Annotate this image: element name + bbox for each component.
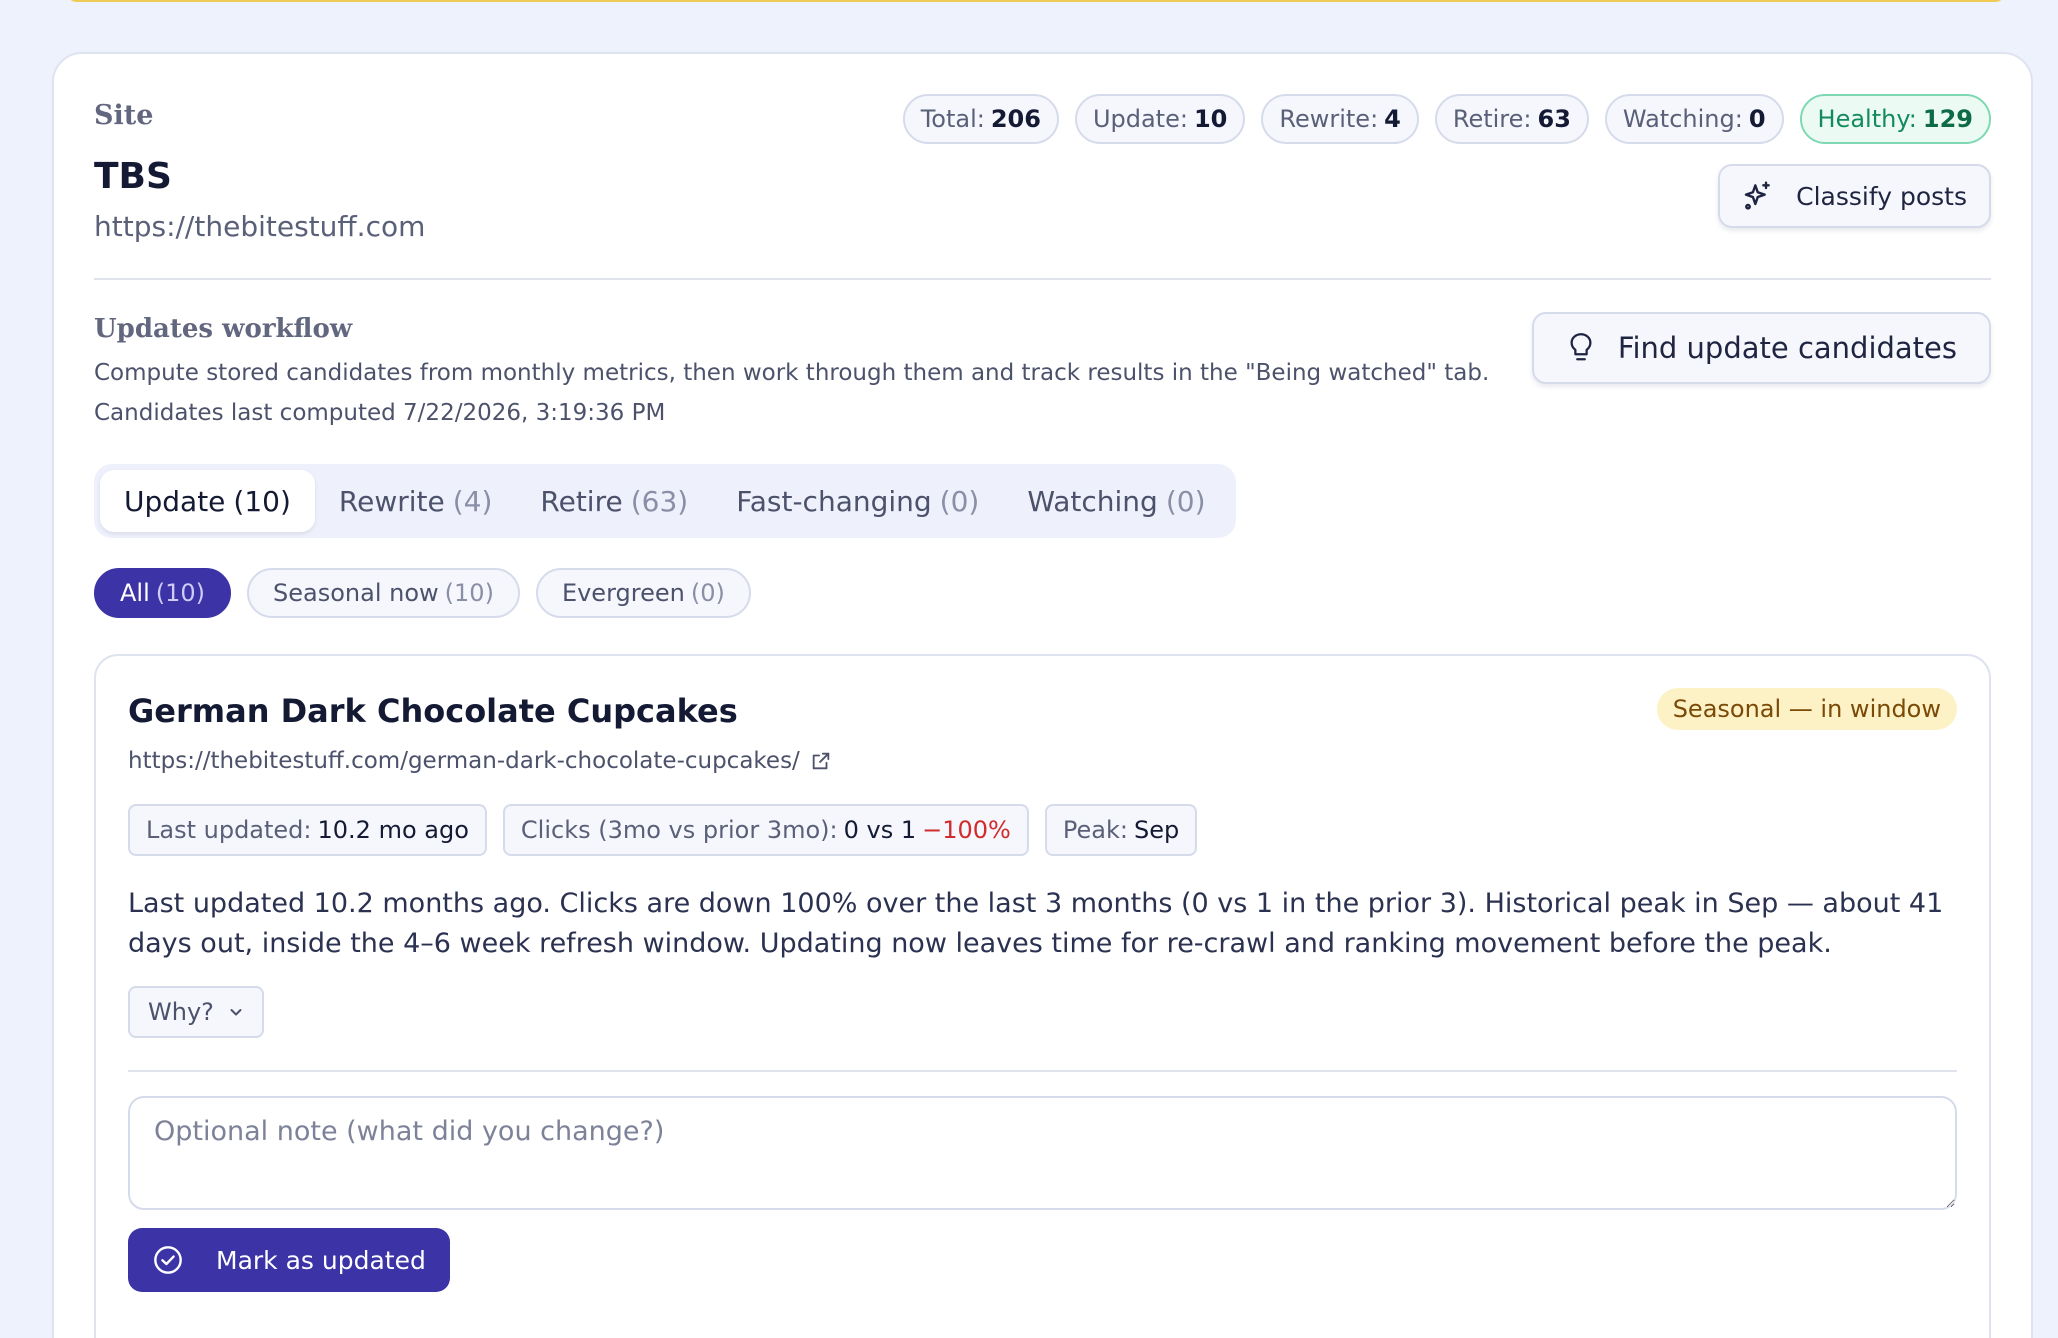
category-tabs: Update (10) Rewrite (4) Retire (63) Fast-ch… — [94, 464, 1236, 538]
filter-seasonal-now[interactable]: Seasonal now (10) — [247, 568, 520, 618]
find-update-candidates-label: Find update candidates — [1617, 331, 1957, 365]
stat-label: Retire: — [1452, 105, 1532, 133]
chevron-down-icon — [230, 1009, 242, 1016]
sparkles-icon — [1744, 181, 1771, 210]
seasonal-badge: Seasonal — in window — [1656, 688, 1957, 730]
metric-value: 0 vs 1 — [843, 816, 917, 844]
filter-pills: All (10) Seasonal now (10) Evergreen (0) — [94, 568, 751, 618]
stat-update: Update: 10 — [1074, 94, 1246, 144]
post-title: German Dark Chocolate Cupcakes — [128, 692, 738, 730]
filter-all[interactable]: All (10) — [94, 568, 232, 618]
check-circle-icon — [154, 1246, 182, 1274]
workflow-computed-time: Candidates last computed 7/22/2026, 3:19… — [94, 400, 666, 426]
tab-count: (63) — [630, 484, 689, 518]
metric-change: −100% — [922, 816, 1011, 844]
stat-rewrite: Rewrite: 4 — [1261, 94, 1419, 144]
post-metrics: Last updated: 10.2 mo ago Clicks (3mo vs … — [128, 804, 1198, 856]
why-toggle-button[interactable]: Why? — [128, 986, 264, 1038]
post-url-link[interactable]: https://thebitestuff.com/german-dark-cho… — [128, 748, 832, 774]
stat-label: Rewrite: — [1279, 105, 1379, 133]
tab-update[interactable]: Update (10) — [100, 470, 315, 532]
metric-clicks: Clicks (3mo vs prior 3mo): 0 vs 1 −100% — [502, 804, 1029, 856]
classify-posts-label: Classify posts — [1796, 181, 1967, 211]
stat-retire: Retire: 63 — [1434, 94, 1589, 144]
top-banner — [66, 0, 2006, 2]
mark-as-updated-label: Mark as updated — [216, 1245, 426, 1275]
stat-value: 129 — [1922, 105, 1973, 133]
tab-watching[interactable]: Watching (0) — [1003, 470, 1229, 532]
tab-label: Update — [124, 484, 226, 518]
why-label: Why? — [148, 998, 214, 1026]
stat-label: Total: — [920, 105, 985, 133]
stats-row: Total: 206 Update: 10 Rewrite: 4 Retire: 63 … — [902, 94, 1991, 144]
site-url: https://thebitestuff.com — [94, 210, 426, 243]
filter-count: (10) — [155, 579, 206, 607]
metric-peak: Peak: Sep — [1044, 804, 1198, 856]
tab-count: (4) — [452, 484, 493, 518]
stat-value: 4 — [1384, 105, 1401, 133]
tab-rewrite[interactable]: Rewrite (4) — [315, 470, 517, 532]
metric-value: Sep — [1133, 816, 1180, 844]
lightbulb-icon — [1570, 333, 1592, 361]
stat-label: Healthy: — [1817, 105, 1917, 133]
stat-value: 63 — [1537, 105, 1571, 133]
metric-last-updated: Last updated: 10.2 mo ago — [128, 804, 487, 856]
stat-value: 206 — [990, 105, 1041, 133]
tab-retire[interactable]: Retire (63) — [516, 470, 712, 532]
tab-label: Rewrite — [338, 484, 445, 518]
site-label: Site — [94, 100, 154, 131]
tab-count: (10) — [233, 484, 291, 518]
filter-count: (0) — [690, 579, 725, 607]
filter-label: Seasonal now — [273, 579, 439, 607]
filter-evergreen[interactable]: Evergreen (0) — [535, 568, 751, 618]
filter-label: Evergreen — [561, 579, 685, 607]
tab-count: (0) — [939, 484, 980, 518]
filter-count: (10) — [444, 579, 494, 607]
workflow-title: Updates workflow — [94, 314, 353, 344]
stat-total: Total: 206 — [902, 94, 1059, 144]
stat-watching: Watching: 0 — [1604, 94, 1784, 144]
filter-label: All — [120, 579, 150, 607]
tab-label: Retire — [540, 484, 623, 518]
post-url-text: https://thebitestuff.com/german-dark-cho… — [128, 748, 800, 774]
workflow-description: Compute stored candidates from monthly m… — [94, 360, 1490, 386]
metric-label: Peak: — [1062, 816, 1128, 844]
site-name: TBS — [94, 156, 172, 197]
metric-label: Last updated: — [146, 816, 312, 844]
find-update-candidates-button[interactable]: Find update candidates — [1531, 312, 1991, 384]
stat-healthy: Healthy: 129 — [1799, 94, 1991, 144]
metric-label: Clicks (3mo vs prior 3mo): — [520, 816, 838, 844]
tab-label: Fast-changing — [736, 484, 932, 518]
stat-label: Update: — [1092, 105, 1188, 133]
tab-fast-changing[interactable]: Fast-changing (0) — [712, 470, 1003, 532]
classify-posts-button[interactable]: Classify posts — [1718, 164, 1991, 228]
stat-value: 0 — [1748, 105, 1766, 133]
metric-value: 10.2 mo ago — [317, 816, 469, 844]
note-input[interactable] — [128, 1096, 1957, 1210]
tab-label: Watching — [1027, 484, 1158, 518]
stat-label: Watching: — [1622, 105, 1743, 133]
stat-value: 10 — [1193, 105, 1228, 133]
tab-count: (0) — [1165, 484, 1206, 518]
header-divider — [94, 278, 1991, 280]
post-summary: Last updated 10.2 months ago. Clicks are… — [128, 888, 1944, 959]
external-link-icon — [812, 752, 830, 770]
mark-as-updated-button[interactable]: Mark as updated — [128, 1228, 450, 1292]
post-divider — [128, 1070, 1957, 1072]
site-card: Site TBS https://thebitestuff.com Total:… — [52, 52, 2033, 1338]
post-candidate-card: German Dark Chocolate Cupcakes Seasonal … — [94, 654, 1991, 1338]
